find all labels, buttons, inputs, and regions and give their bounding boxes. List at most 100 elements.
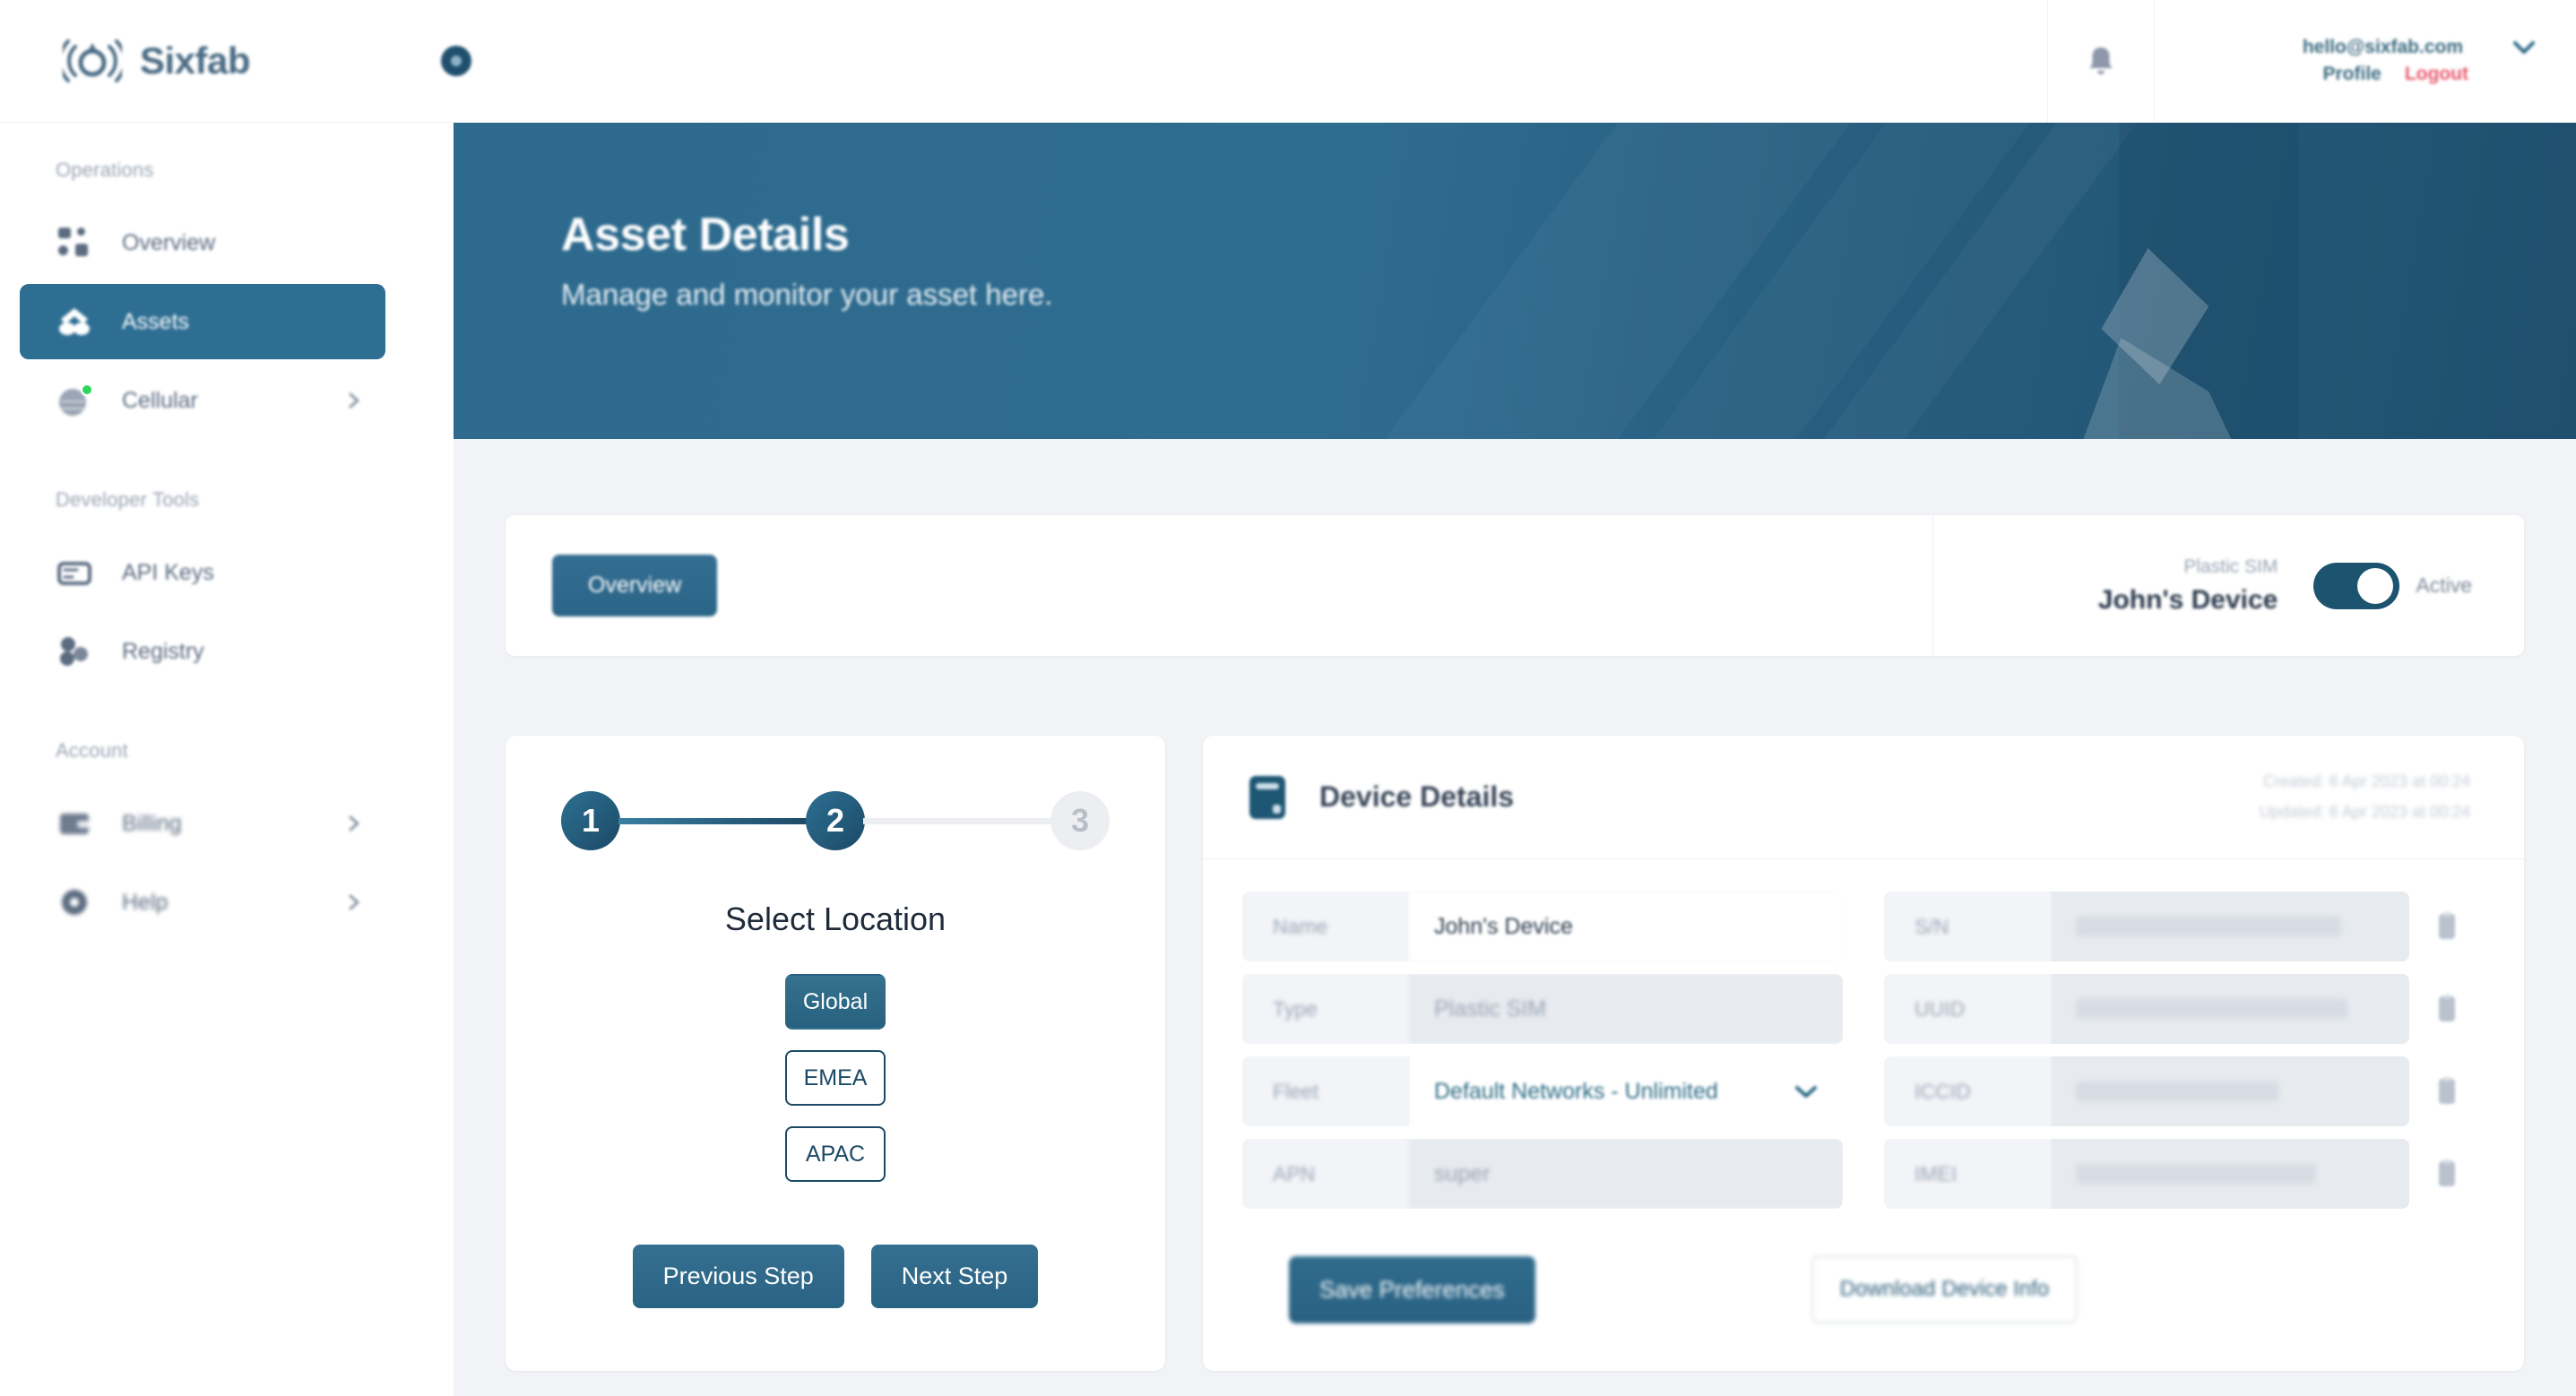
location-options: Global EMEA APAC	[785, 974, 886, 1182]
iccid-field[interactable]	[2051, 1056, 2409, 1126]
chevron-down-icon[interactable]	[2513, 41, 2535, 54]
account-menu[interactable]: hello@sixfab.com Profile Logout	[2155, 0, 2576, 123]
copy-uuid-button[interactable]	[2409, 974, 2485, 1044]
sidebar: Operations Overview Assets Cellular Deve…	[0, 123, 454, 1396]
field-row-sn: S/N	[1884, 892, 2485, 961]
notifications-button[interactable]	[2047, 0, 2155, 123]
sidebar-group-operations-label: Operations	[56, 159, 154, 181]
wizard-stepper: 1 2 3	[556, 791, 1115, 850]
device-updated-at: Updated: 6 Apr 2023 at 00:24	[2259, 802, 2470, 821]
sidebar-group-developer-tools-label: Developer Tools	[56, 488, 200, 511]
sidebar-item-billing[interactable]: Billing	[20, 786, 385, 861]
device-actions: Save Preferences Download Device Info	[1242, 1255, 2485, 1323]
profile-link[interactable]: Profile	[2323, 64, 2382, 85]
imei-field[interactable]	[2051, 1139, 2409, 1209]
sidebar-item-api-keys[interactable]: API Keys	[20, 535, 385, 610]
save-preferences-button[interactable]: Save Preferences	[1289, 1255, 1535, 1323]
wizard-step-1[interactable]: 1	[561, 791, 620, 850]
field-row-uuid: UUID	[1884, 974, 2485, 1044]
fleet-select[interactable]: Default Networks - Unlimited	[1409, 1056, 1843, 1126]
sidebar-item-registry[interactable]: Registry	[20, 614, 385, 689]
copy-icon	[2439, 995, 2455, 1021]
redacted-value	[2076, 999, 2347, 1019]
sim-meta: Plastic SIM John's Device	[2098, 556, 2278, 616]
account-links: Profile Logout	[2323, 64, 2536, 85]
account-top[interactable]: hello@sixfab.com	[2303, 37, 2535, 58]
sidebar-item-label: Assets	[122, 308, 190, 334]
copy-icon	[2439, 1077, 2455, 1104]
brand[interactable]: Sixfab	[0, 38, 394, 84]
previous-step-button[interactable]: Previous Step	[632, 1245, 844, 1308]
copy-iccid-button[interactable]	[2409, 1056, 2485, 1126]
page-banner: Asset Details Manage and monitor your as…	[454, 123, 2576, 439]
layers-icon	[56, 303, 93, 340]
wizard-step-3[interactable]: 3	[1050, 791, 1110, 850]
location-option-global[interactable]: Global	[785, 974, 886, 1030]
sidebar-item-cellular[interactable]: Cellular	[20, 363, 385, 438]
field-row-fleet: Fleet Default Networks - Unlimited	[1242, 1056, 1843, 1126]
chevron-down-icon	[1795, 1085, 1817, 1098]
device-details-card: Device Details Created: 6 Apr 2023 at 00…	[1203, 736, 2524, 1371]
status-orb-icon[interactable]	[439, 44, 473, 78]
sidebar-item-label: Help	[122, 889, 169, 915]
sidebar-item-overview[interactable]: Overview	[20, 205, 385, 280]
field-label: UUID	[1884, 974, 2051, 1044]
type-field: Plastic SIM	[1409, 974, 1843, 1044]
field-row-name: Name John's Device	[1242, 892, 1843, 961]
signal-waves-icon	[63, 39, 122, 82]
sidebar-item-label: API Keys	[122, 559, 214, 585]
name-field[interactable]: John's Device	[1409, 892, 1843, 961]
location-wizard-card: 1 2 3 Select Location Global EMEA APAC P…	[506, 736, 1165, 1371]
serial-number-field[interactable]	[2051, 892, 2409, 961]
body: Operations Overview Assets Cellular Deve…	[0, 123, 2576, 1396]
sim-name-label: John's Device	[2097, 584, 2278, 615]
bell-icon	[2089, 47, 2113, 74]
grid-icon	[56, 224, 93, 262]
field-label: Type	[1242, 974, 1409, 1044]
device-details-body: Name John's Device S/N Type Plastic SIM …	[1203, 859, 2524, 1366]
fleet-selected-value: Default Networks - Unlimited	[1434, 1078, 1718, 1104]
redacted-value	[2076, 1081, 2280, 1101]
chevron-right-icon	[349, 392, 359, 409]
next-step-button[interactable]: Next Step	[870, 1245, 1039, 1308]
status-dot	[81, 383, 93, 396]
copy-serial-number-button[interactable]	[2409, 892, 2485, 961]
wizard-step-2[interactable]: 2	[806, 791, 865, 850]
sidebar-item-label: Overview	[122, 229, 216, 255]
wizard-actions: Previous Step Next Step	[632, 1245, 1039, 1308]
uuid-field[interactable]	[2051, 974, 2409, 1044]
page-subtitle: Manage and monitor your asset here.	[561, 278, 1053, 311]
sidebar-item-help[interactable]: Help	[20, 865, 385, 940]
logout-link[interactable]: Logout	[2405, 64, 2468, 85]
tab-overview[interactable]: Overview	[552, 555, 718, 616]
main-content: Asset Details Manage and monitor your as…	[454, 123, 2576, 1396]
wizard-step-bar-1	[618, 817, 808, 824]
cards-row: 1 2 3 Select Location Global EMEA APAC P…	[506, 736, 2524, 1371]
copy-imei-button[interactable]	[2409, 1139, 2485, 1209]
top-bar: Sixfab hello@sixfab.com Profile Logout	[0, 0, 2576, 123]
gear-icon	[56, 883, 93, 921]
wizard-title: Select Location	[724, 901, 947, 937]
location-option-apac[interactable]: APAC	[785, 1126, 886, 1182]
sim-active-toggle[interactable]	[2313, 562, 2400, 609]
field-row-iccid: ICCID	[1884, 1056, 2485, 1126]
toggle-state-label: Active	[2416, 573, 2472, 597]
sim-toggle-wrap: Active	[2313, 562, 2472, 609]
account-email: hello@sixfab.com	[2302, 37, 2463, 57]
apn-field: super	[1409, 1139, 1843, 1209]
sidebar-item-assets[interactable]: Assets	[20, 284, 385, 359]
field-row-imei: IMEI	[1884, 1139, 2485, 1209]
sim-type-label: Plastic SIM	[2183, 556, 2278, 577]
tab-bar: Overview	[506, 555, 1932, 616]
field-label: Fleet	[1242, 1056, 1409, 1126]
wallet-icon	[56, 805, 93, 842]
sim-status-panel: Plastic SIM John's Device Active	[1932, 515, 2524, 656]
device-timestamps: Created: 6 Apr 2023 at 00:24 Updated: 6 …	[2260, 767, 2470, 827]
toggle-knob	[2357, 567, 2394, 604]
location-option-emea[interactable]: EMEA	[785, 1050, 886, 1106]
device-form-grid: Name John's Device S/N Type Plastic SIM …	[1242, 892, 2485, 1209]
download-device-info-button[interactable]: Download Device Info	[1811, 1255, 2079, 1323]
brand-name: Sixfab	[140, 39, 251, 82]
chevron-right-icon	[349, 894, 359, 910]
field-label: ICCID	[1884, 1056, 2051, 1126]
